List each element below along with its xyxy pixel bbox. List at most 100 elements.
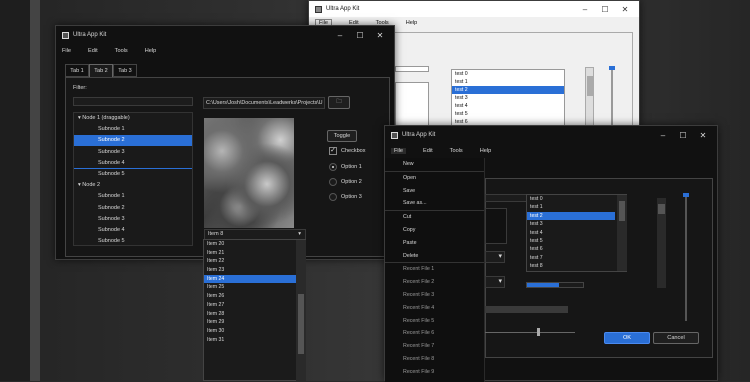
tree-item[interactable]: Subnode 5 [74,169,192,180]
menu-item[interactable]: Cut [385,211,484,224]
tree-item[interactable]: ▾ Node 1 (draggable) [74,113,192,124]
menu-help[interactable]: Help [406,20,418,26]
menu-tools[interactable]: Tools [115,48,128,54]
slider-handle[interactable] [683,193,689,197]
menu-file[interactable]: File [391,148,407,154]
slider-handle[interactable] [609,66,615,70]
dropdown-item[interactable]: Item 22 [204,257,296,266]
menu-item[interactable]: Recent File 5 [385,315,484,328]
list-item[interactable]: test 5 [527,237,615,245]
menu-item[interactable]: Copy [385,224,484,237]
close-icon[interactable]: ✕ [370,31,390,40]
menu-item[interactable]: Paste [385,237,484,250]
menu-item[interactable]: Recent File 8 [385,353,484,366]
text-field[interactable] [395,66,429,72]
ok-button[interactable]: OK [604,332,650,344]
horizontal-scrollbar[interactable] [485,306,568,313]
list-item[interactable]: test 7 [527,254,615,262]
list-box[interactable]: test 0 test 1 test 2 test 3 test 4 test 5 test… [526,194,627,272]
menu-item[interactable]: Recent File 4 [385,302,484,315]
tree-item[interactable]: Subnode 1 [74,124,192,135]
combo-dropdown-list[interactable]: Item 20 Item 21 Item 22 Item 23 Item 24 Item … [203,239,306,382]
scroll-thumb[interactable] [658,204,665,214]
slider-handle[interactable] [537,328,540,336]
dropdown-item[interactable]: Item 26 [204,292,296,301]
tree-item[interactable]: Subnode 3 [74,214,192,225]
list-item[interactable]: test 0 [452,70,564,78]
tab-1[interactable]: Tab 1 [65,64,89,77]
list-item[interactable]: test 5 [452,110,564,118]
checkbox-check-icon[interactable]: ✓ [329,147,337,155]
list-box[interactable]: test 0 test 1 test 2 test 3 test 4 test 5 test… [451,69,565,127]
tree-item[interactable]: Subnode 3 [74,147,192,158]
dropdown-item[interactable]: Item 20 [204,240,296,249]
menu-edit[interactable]: Edit [423,148,433,154]
dropdown-item[interactable]: Item 27 [204,301,296,310]
menu-item[interactable]: Delete [385,250,484,263]
tree-item[interactable]: Subnode 5 [74,236,192,247]
path-field[interactable]: C:\Users\Josh\Documents\Leadwerks\Projec… [203,97,325,109]
menu-file[interactable]: File [62,48,71,54]
maximize-icon[interactable]: ☐ [673,131,693,140]
folder-button[interactable]: 🗀 [328,96,350,109]
list-item[interactable]: test 1 [452,78,564,86]
menu-item[interactable]: Open [385,172,484,185]
menu-item[interactable]: Recent File 9 [385,366,484,379]
menu-item[interactable]: Recent File 2 [385,276,484,289]
menu-item[interactable]: Save as... [385,197,484,210]
dropdown-item[interactable]: Item 21 [204,249,296,258]
menu-item[interactable]: New [385,158,484,171]
list-item[interactable]: test 4 [452,102,564,110]
tree-item[interactable]: Subnode 4 [74,225,192,236]
close-icon[interactable]: ✕ [615,5,635,14]
tree-item[interactable]: Subnode 4 [74,158,192,169]
list-item[interactable]: test 4 [527,229,615,237]
menu-item[interactable]: Recent File 6 [385,327,484,340]
list-item[interactable]: test 6 [527,245,615,253]
dropdown-item[interactable]: Item 23 [204,266,296,275]
text-area[interactable] [485,208,507,244]
menu-help[interactable]: Help [145,48,157,54]
minimize-icon[interactable]: – [653,131,673,140]
list-item[interactable]: test 3 [527,220,615,228]
cancel-button[interactable]: Cancel [653,332,699,344]
tree-item[interactable]: Subnode 2 [74,135,192,147]
title-bar[interactable]: Ultra App Kit – ☐ ✕ [309,1,639,17]
tree-item[interactable]: Subnode 2 [74,203,192,214]
scrollbar[interactable] [296,240,306,382]
filter-input[interactable] [73,97,193,106]
scrollbar[interactable] [585,67,594,127]
menu-help[interactable]: Help [480,148,492,154]
dropdown-item[interactable]: Item 29 [204,318,296,327]
dropdown-item[interactable]: Item 31 [204,336,296,345]
dropdown-item[interactable]: Item 28 [204,310,296,319]
menu-edit[interactable]: Edit [88,48,98,54]
close-icon[interactable]: ✕ [693,131,713,140]
scroll-thumb[interactable] [587,76,593,96]
list-item[interactable]: test 0 [527,195,615,203]
option-3-radio[interactable] [329,193,337,201]
list-item[interactable]: test 8 [527,262,615,270]
combobox[interactable]: ▾ [485,251,505,263]
list-item[interactable]: test 2 [527,211,615,221]
list-item[interactable]: test 2 [452,86,564,94]
minimize-icon[interactable]: – [575,5,595,14]
slider-track[interactable] [685,196,687,321]
scrollbar[interactable] [657,198,666,288]
text-area[interactable] [395,82,429,127]
dropdown-item[interactable]: Item 24 [204,274,296,284]
scroll-thumb[interactable] [298,294,304,354]
slider-track[interactable] [611,67,613,127]
list-item[interactable]: test 1 [527,203,615,211]
menu-tools[interactable]: Tools [450,148,463,154]
menu-item[interactable]: Recent File 7 [385,340,484,353]
option-2-radio[interactable] [329,178,337,186]
title-bar[interactable]: Ultra App Kit – ☐ ✕ [56,26,394,44]
tree-item[interactable]: ▾ Node 2 [74,180,192,191]
scroll-thumb[interactable] [619,201,625,221]
menu-item[interactable]: Recent File 1 [385,263,484,276]
menu-item[interactable]: Recent File 3 [385,289,484,302]
dropdown-item[interactable]: Item 25 [204,283,296,292]
toggle-button[interactable]: Toggle [327,130,357,142]
tab-2[interactable]: Tab 2 [89,64,113,78]
